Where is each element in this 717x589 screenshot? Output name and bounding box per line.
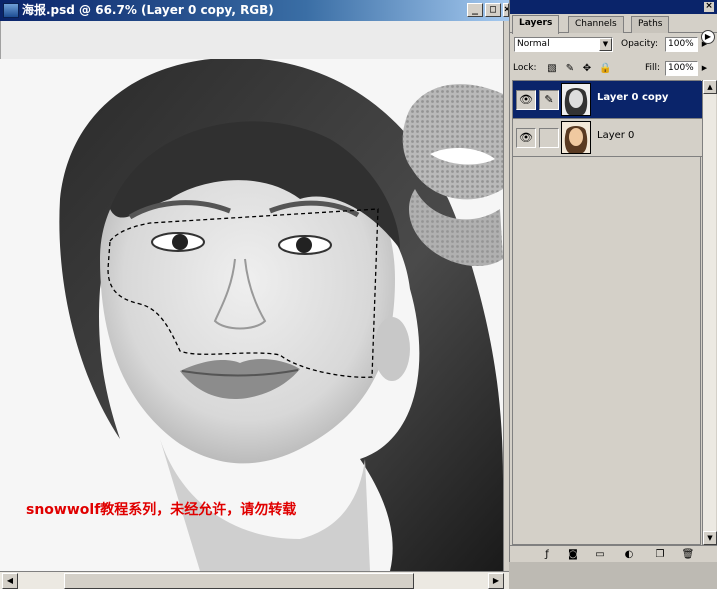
layer-link-slot[interactable] bbox=[539, 128, 559, 148]
photoshop-document-icon bbox=[3, 3, 19, 18]
document-title: 海报.psd @ 66.7% (Layer 0 copy, RGB) bbox=[22, 0, 274, 21]
restore-button[interactable]: □ bbox=[485, 3, 501, 17]
add-mask-icon[interactable]: ◙ bbox=[566, 548, 580, 561]
lock-move-icon[interactable]: ✥ bbox=[581, 63, 593, 75]
fill-arrow-icon[interactable]: ▶ bbox=[699, 61, 710, 76]
lock-label: Lock: bbox=[513, 61, 537, 76]
scroll-up-icon[interactable]: ▲ bbox=[703, 80, 717, 94]
trash-icon[interactable]: 🗑 bbox=[681, 548, 695, 561]
blend-mode-select[interactable]: Normal ▼ bbox=[514, 37, 613, 52]
document-window: 海报.psd @ 66.7% (Layer 0 copy, RGB) _ □ × bbox=[0, 0, 509, 589]
portrait-image bbox=[0, 59, 503, 571]
scroll-right-icon[interactable]: ▶ bbox=[488, 573, 504, 589]
horizontal-scroll-thumb[interactable] bbox=[64, 573, 414, 589]
fill-input[interactable]: 100% bbox=[665, 61, 698, 76]
layer-row[interactable]: 👁 ✎ Layer 0 copy bbox=[513, 81, 702, 119]
lock-all-icon[interactable]: 🔒 bbox=[599, 63, 611, 75]
scroll-down-icon[interactable]: ▼ bbox=[703, 531, 717, 545]
tab-paths[interactable]: Paths bbox=[631, 16, 669, 33]
lock-transparency-icon[interactable]: ▧ bbox=[546, 63, 558, 75]
lock-brush-icon[interactable]: ✎ bbox=[564, 63, 576, 75]
blend-row: Normal ▼ Opacity: 100% ▶ bbox=[510, 37, 717, 54]
watermark-text: snowwolf教程系列，未经允许，请勿转载 bbox=[26, 499, 296, 519]
photoshop-workspace: 海报.psd @ 66.7% (Layer 0 copy, RGB) _ □ × bbox=[0, 0, 717, 589]
palette-scrollbar[interactable]: ▲ ▼ bbox=[702, 80, 716, 545]
opacity-input[interactable]: 100% bbox=[665, 37, 698, 52]
eye-icon[interactable]: 👁 bbox=[516, 128, 536, 148]
palette-title-bar[interactable]: × bbox=[510, 0, 717, 14]
add-layer-style-icon[interactable]: ƒ bbox=[540, 548, 554, 561]
horizontal-scrollbar[interactable]: ◀ ▶ bbox=[0, 571, 509, 589]
opacity-arrow-icon[interactable]: ▶ bbox=[699, 37, 710, 52]
chevron-down-icon: ▼ bbox=[599, 38, 612, 51]
palette-tabs: Layers Channels Paths ▶ bbox=[510, 14, 717, 33]
scroll-left-icon[interactable]: ◀ bbox=[2, 573, 18, 589]
layer-thumbnail bbox=[561, 121, 591, 154]
layers-list: 👁 ✎ Layer 0 copy 👁 Layer 0 bbox=[512, 80, 701, 545]
new-set-icon[interactable]: ▭ bbox=[593, 548, 607, 561]
new-adjustment-layer-icon[interactable]: ◐ bbox=[622, 548, 636, 561]
layer-row[interactable]: 👁 Layer 0 bbox=[513, 119, 702, 157]
opacity-label: Opacity: bbox=[621, 37, 658, 52]
layer-thumbnail bbox=[561, 83, 591, 116]
fill-label: Fill: bbox=[645, 61, 660, 76]
image-canvas[interactable]: snowwolf教程系列，未经允许，请勿转载 bbox=[0, 59, 503, 571]
eye-icon[interactable]: 👁 bbox=[516, 90, 536, 110]
layer-name: Layer 0 bbox=[597, 130, 634, 141]
palette-close-icon[interactable]: × bbox=[704, 2, 714, 12]
canvas-gray-area bbox=[0, 21, 509, 59]
workspace-background bbox=[509, 562, 717, 589]
layer-name: Layer 0 copy bbox=[597, 92, 668, 103]
minimize-button[interactable]: _ bbox=[467, 3, 483, 17]
brush-icon[interactable]: ✎ bbox=[539, 90, 559, 110]
blend-mode-value: Normal bbox=[517, 39, 550, 49]
document-title-bar[interactable]: 海报.psd @ 66.7% (Layer 0 copy, RGB) _ □ × bbox=[0, 0, 509, 21]
tab-layers[interactable]: Layers bbox=[512, 15, 559, 34]
palette-bottom-toolbar: ƒ ◙ ▭ ◐ ❐ 🗑 bbox=[510, 545, 717, 562]
layers-palette: × Layers Channels Paths ▶ Normal ▼ Opaci… bbox=[509, 0, 717, 562]
tab-channels[interactable]: Channels bbox=[568, 16, 624, 33]
new-layer-icon[interactable]: ❐ bbox=[653, 548, 667, 561]
